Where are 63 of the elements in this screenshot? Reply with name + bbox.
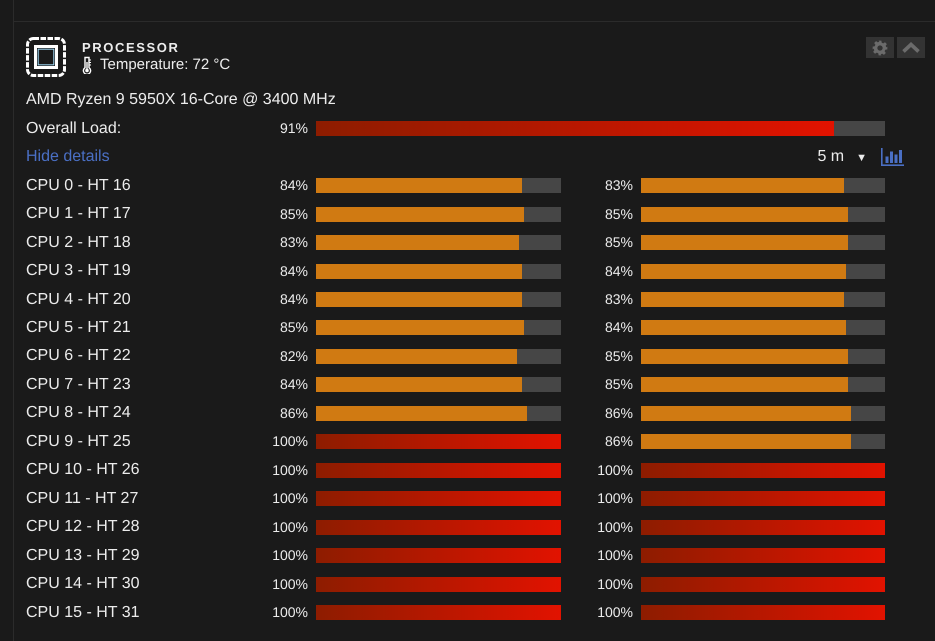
panel-title: PROCESSOR — [82, 40, 180, 56]
load-percent: 100% — [596, 603, 634, 622]
load-percent: 85% — [278, 204, 309, 224]
processor-model: AMD Ryzen 9 5950X 16-Core @ 3400 MHz — [26, 90, 336, 110]
cpu-core-label: CPU 0 - HT 16 — [26, 176, 132, 196]
load-percent: 100% — [271, 603, 309, 622]
collapse-button[interactable] — [897, 37, 925, 58]
load-percent: 85% — [604, 204, 634, 224]
cpu-core-label: CPU 8 - HT 24 — [26, 403, 132, 424]
settings-icon — [872, 40, 888, 56]
load-percent: 85% — [604, 233, 634, 252]
chevron-up-icon — [902, 42, 920, 53]
load-percent: 100% — [271, 489, 309, 508]
load-percent: 100% — [271, 546, 309, 566]
cpu-core-label: CPU 6 - HT 22 — [26, 346, 132, 366]
cpu-core-label: CPU 15 - HT 31 — [26, 602, 141, 623]
cpu-core-label: CPU 4 - HT 20 — [26, 290, 132, 310]
cpu-core-label: CPU 12 - HT 28 — [26, 517, 141, 538]
load-percent: 83% — [278, 233, 309, 252]
load-percent: 84% — [604, 318, 634, 338]
load-percent: 84% — [278, 176, 309, 196]
cpu-core-label: CPU 1 - HT 17 — [26, 204, 132, 224]
load-percent: 83% — [604, 290, 634, 310]
load-percent: 84% — [278, 375, 309, 394]
load-percent: 84% — [278, 262, 309, 281]
cpu-core-label: CPU 3 - HT 19 — [26, 261, 132, 282]
load-percent: 86% — [604, 404, 634, 423]
load-percent: 100% — [596, 574, 634, 594]
load-percent: 85% — [604, 346, 634, 366]
load-percent: 86% — [278, 404, 309, 423]
load-percent: 84% — [278, 290, 309, 310]
bar-chart-icon — [881, 148, 904, 166]
cpu-core-label: CPU 7 - HT 23 — [26, 374, 132, 395]
load-percent: 100% — [596, 546, 634, 566]
load-percent: 100% — [271, 432, 309, 452]
load-percent: 82% — [278, 346, 309, 366]
load-percent: 100% — [596, 518, 634, 537]
chart-view-link[interactable] — [881, 148, 904, 166]
load-percent: 83% — [604, 176, 634, 196]
load-percent: 100% — [271, 518, 309, 537]
temperature-reading: Temperature: 72 °C — [100, 56, 230, 74]
cpu-core-label: CPU 14 - HT 30 — [26, 574, 141, 594]
hide-details-link[interactable]: Hide details — [26, 145, 110, 170]
load-percent: 86% — [604, 432, 634, 452]
load-percent: 100% — [596, 460, 634, 480]
load-percent: 84% — [604, 262, 634, 281]
cpu-core-label: CPU 2 - HT 18 — [26, 232, 132, 253]
time-range-dropdown[interactable]: 5 m ▼ — [817, 146, 867, 168]
cpu-core-label: CPU 11 - HT 27 — [26, 488, 140, 509]
processor-chip-icon — [26, 37, 66, 77]
cpu-core-label: CPU 9 - HT 25 — [26, 432, 132, 452]
load-percent: 85% — [604, 375, 634, 394]
cpu-core-label: CPU 13 - HT 29 — [26, 546, 141, 566]
load-percent: 91% — [278, 119, 309, 138]
load-percent: 100% — [271, 460, 309, 480]
load-percent: 100% — [271, 574, 309, 594]
thermometer-icon — [82, 56, 92, 74]
load-percent: 100% — [596, 489, 634, 508]
settings-button[interactable] — [866, 37, 894, 58]
overall-load-label: Overall Load: — [26, 118, 122, 139]
cpu-core-label: CPU 10 - HT 26 — [26, 460, 141, 480]
cpu-core-label: CPU 5 - HT 21 — [26, 318, 132, 338]
load-percent: 85% — [278, 318, 309, 338]
